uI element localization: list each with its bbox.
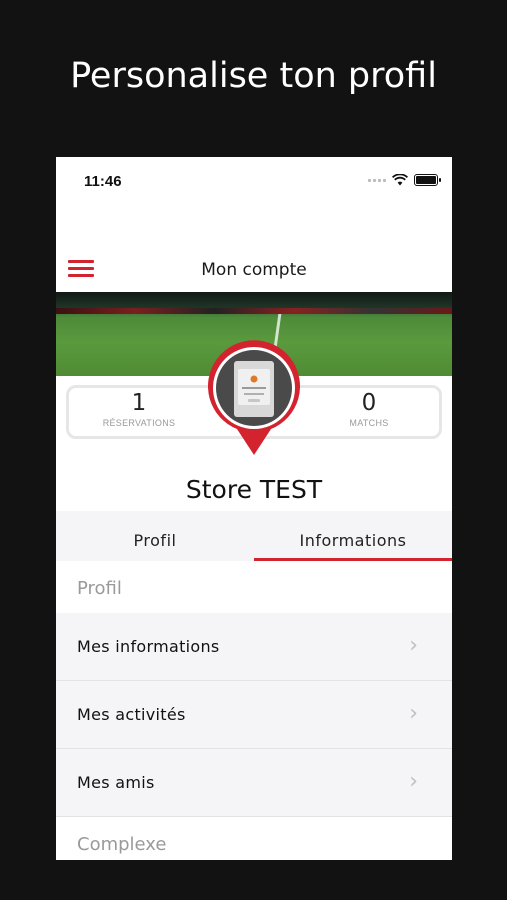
wifi-icon xyxy=(392,174,408,186)
profile-tabs: Profil Informations xyxy=(56,511,452,561)
avatar[interactable] xyxy=(204,339,304,457)
tab-profil[interactable]: Profil xyxy=(56,511,254,561)
list-item-label: Mes amis xyxy=(77,773,155,792)
list-item-mes-activites[interactable]: Mes activités › xyxy=(56,681,452,749)
status-icons xyxy=(368,174,441,186)
section-header-complexe: Complexe xyxy=(56,817,452,860)
list-item-label: Mes activités xyxy=(77,705,186,724)
promo-headline: Personalise ton profil xyxy=(70,56,437,96)
battery-icon xyxy=(414,174,441,186)
list-item-mes-amis[interactable]: Mes amis › xyxy=(56,749,452,817)
chevron-right-icon: › xyxy=(409,633,418,658)
matchs-label: MATCHS xyxy=(349,418,389,428)
reservations-count: 1 xyxy=(131,390,147,416)
status-bar: 11:46 xyxy=(56,157,452,207)
phone-screen: 11:46 Mon compte 1 RÉSERVATIONS 0 MATCHS… xyxy=(56,157,452,860)
matchs-stat[interactable]: 0 MATCHS xyxy=(309,390,429,428)
chevron-right-icon: › xyxy=(409,701,418,726)
chevron-right-icon: › xyxy=(409,769,418,794)
reservations-stat[interactable]: 1 RÉSERVATIONS xyxy=(79,390,199,428)
page-title: Mon compte xyxy=(201,260,307,280)
matchs-count: 0 xyxy=(361,390,377,416)
status-time: 11:46 xyxy=(84,173,122,190)
reservations-label: RÉSERVATIONS xyxy=(102,418,176,428)
nav-bar: Mon compte xyxy=(56,247,452,291)
tab-informations[interactable]: Informations xyxy=(254,511,452,561)
section-header-profil: Profil xyxy=(56,561,452,613)
signal-icon xyxy=(368,178,386,182)
list-item-label: Mes informations xyxy=(77,637,220,656)
profile-name: Store TEST xyxy=(185,475,323,504)
list-item-mes-informations[interactable]: Mes informations › xyxy=(56,613,452,681)
